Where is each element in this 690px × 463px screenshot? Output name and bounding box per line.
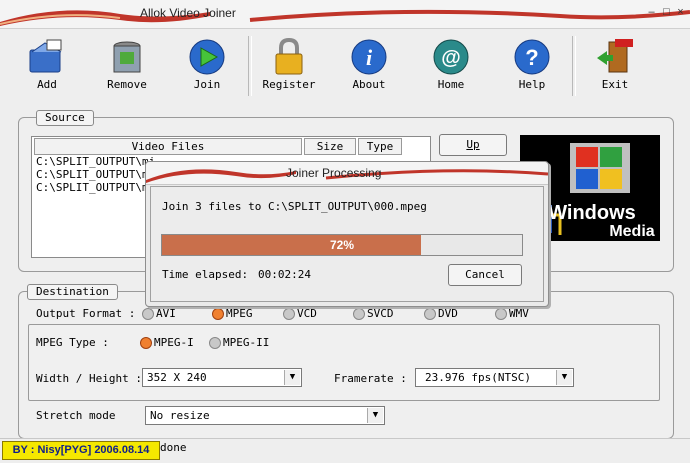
column-header-video-files[interactable]: Video Files (34, 138, 302, 155)
help-label: Help (518, 78, 546, 91)
progress-bar: 72% (161, 234, 523, 256)
play-circle-icon (189, 39, 225, 75)
windows-logo-line1: Windows (548, 202, 636, 224)
framerate-label: Framerate : (334, 372, 407, 385)
format-radio-wmv[interactable] (495, 308, 507, 320)
title-bar[interactable]: Allok Video Joiner – □ × (0, 0, 690, 29)
svg-text:?: ? (525, 45, 538, 70)
chevron-down-icon[interactable]: ▼ (367, 408, 383, 423)
column-header-type[interactable]: Type (358, 138, 402, 155)
minimize-button[interactable]: – (645, 6, 658, 19)
question-icon: ? (514, 39, 550, 75)
source-legend: Source (36, 110, 94, 126)
mpeg-type-radio-mpeg2[interactable] (209, 337, 221, 349)
add-label: Add (37, 78, 57, 91)
list-item[interactable]: C:\SPLIT_OUTPUT\mi (36, 155, 155, 168)
format-radio-svcd[interactable] (353, 308, 365, 320)
window-title: Allok Video Joiner (140, 6, 236, 20)
mpeg-options-panel (28, 324, 660, 401)
format-radio-dvd[interactable] (424, 308, 436, 320)
framerate-select[interactable]: 23.976 fps(NTSC) ▼ (415, 368, 574, 387)
width-height-select[interactable]: 352 X 240 ▼ (142, 368, 302, 387)
mpeg-type-label-mpeg1: MPEG-I (154, 336, 194, 349)
join-message: Join 3 files to C:\SPLIT_OUTPUT\000.mpeg (162, 200, 427, 213)
svg-text:@: @ (441, 47, 461, 69)
format-label-mpeg: MPEG (226, 307, 253, 320)
destination-legend: Destination (27, 284, 118, 300)
exit-door-icon (597, 39, 633, 73)
register-label: Register (262, 78, 316, 91)
padlock-icon (275, 38, 303, 75)
stretch-mode-select[interactable]: No resize ▼ (145, 406, 385, 425)
join-label: Join (193, 78, 221, 91)
format-label-avi: AVI (156, 307, 176, 320)
time-elapsed-label: Time elapsed: (162, 268, 249, 281)
mpeg-type-label: MPEG Type : (36, 336, 109, 349)
chevron-down-icon[interactable]: ▼ (284, 370, 300, 385)
windows-logo-line2: Media (609, 223, 654, 240)
framerate-value: 23.976 fps(NTSC) (425, 371, 531, 384)
mpeg-type-radio-mpeg1[interactable] (140, 337, 152, 349)
register-button[interactable]: Register (254, 34, 324, 98)
move-up-button[interactable]: Up (439, 134, 507, 156)
format-label-wmv: WMV (509, 307, 529, 320)
toolbar: Add Remove Join Register i About @ Home … (6, 30, 686, 100)
format-radio-vcd[interactable] (283, 308, 295, 320)
mpeg-type-label-mpeg2: MPEG-II (223, 336, 270, 349)
up-button-label: Up (466, 138, 480, 151)
folder-add-icon (29, 39, 62, 73)
list-item[interactable]: C:\SPLIT_OUTPUT\mi (36, 181, 155, 194)
info-icon: i (351, 39, 387, 75)
exit-label: Exit (601, 78, 629, 91)
format-radio-avi[interactable] (142, 308, 154, 320)
chevron-down-icon[interactable]: ▼ (556, 370, 572, 385)
toolbar-separator (248, 36, 252, 96)
remove-button[interactable]: Remove (92, 34, 162, 98)
main-window: Allok Video Joiner – □ × Add Remove Join… (0, 0, 690, 463)
list-item[interactable]: C:\SPLIT_OUTPUT\mi (36, 168, 155, 181)
about-label: About (352, 78, 386, 91)
exit-button[interactable]: Exit (580, 34, 650, 98)
width-height-value: 352 X 240 (147, 371, 207, 384)
about-button[interactable]: i About (334, 34, 404, 98)
maximize-button[interactable]: □ (660, 6, 673, 19)
trash-can-icon (113, 41, 141, 73)
width-height-label: Width / Height : (36, 372, 142, 385)
home-label: Home (437, 78, 465, 91)
add-button[interactable]: Add (12, 34, 82, 98)
stretch-mode-label: Stretch mode (36, 409, 116, 422)
join-button[interactable]: Join (172, 34, 242, 98)
home-button[interactable]: @ Home (416, 34, 486, 98)
toolbar-separator (572, 36, 576, 96)
format-radio-mpeg[interactable] (212, 308, 224, 320)
format-label-vcd: VCD (297, 307, 317, 320)
time-elapsed-value: 00:02:24 (258, 268, 311, 281)
output-format-label: Output Format : (36, 307, 136, 320)
dialog-title: Joiner Processing (286, 166, 382, 180)
help-button[interactable]: ? Help (497, 34, 567, 98)
title-swoosh-decoration (0, 9, 690, 26)
format-label-dvd: DVD (438, 307, 458, 320)
close-button[interactable]: × (674, 6, 687, 19)
column-header-size[interactable]: Size (304, 138, 356, 155)
progress-percent-text: 72% (329, 238, 355, 252)
remove-label: Remove (107, 78, 147, 91)
status-text: done (160, 441, 187, 454)
stretch-mode-value: No resize (150, 409, 210, 422)
credit-badge: BY : Nisy[PYG] 2006.08.14 (2, 441, 160, 460)
dialog-title-bar[interactable]: Joiner Processing (146, 162, 548, 185)
svg-text:i: i (366, 45, 373, 70)
cancel-button[interactable]: Cancel (448, 264, 522, 286)
at-sign-icon: @ (433, 39, 469, 75)
format-label-svcd: SVCD (367, 307, 394, 320)
